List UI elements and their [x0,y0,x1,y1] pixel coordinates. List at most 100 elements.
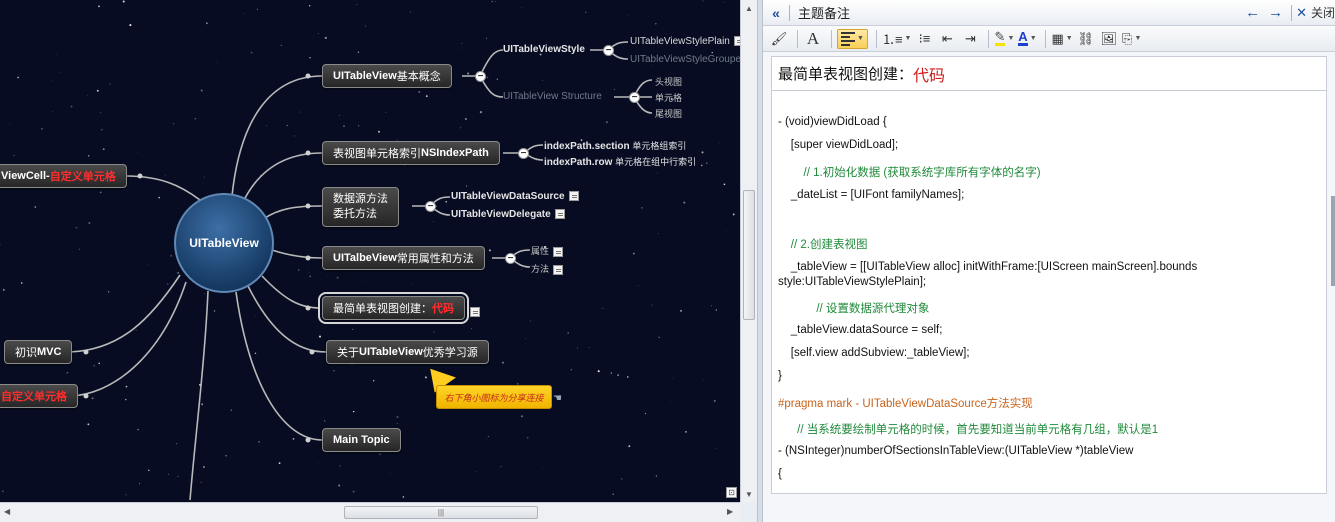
note-line: // 当系统要绘制单元格的时候，首先要知道当前单元格有几组，默认是1 [778,424,1159,436]
leaf-structure[interactable]: UITableView Structure [503,91,602,102]
topic-simple-create[interactable]: 最简单表视图创建： 代码 [318,292,469,324]
leaf-delegate[interactable]: UITableViewDelegate [451,209,565,220]
scroll-thumb[interactable] [1331,196,1335,286]
collapse-panel-icon[interactable]: « [763,5,789,21]
topic-learn-resources[interactable]: 关于 UITableView 优秀学习源 [326,340,489,364]
leaf-desc: 单元格组索引 [632,141,687,151]
note-line: - (NSInteger)numberOfSectionsInTableView… [778,445,1134,457]
divider [1045,29,1047,48]
topic-basic-concept[interactable]: UITableView 基本概念 [322,64,452,88]
divider [797,29,798,48]
leaf-style-plain[interactable]: UITableViewStylePlain [630,36,740,47]
insert-button[interactable]: ⎘ ▼ [1122,29,1142,49]
close-button-label[interactable]: 关闭 [1311,4,1335,21]
chevron-down-icon: ▼ [1134,35,1142,42]
table-button[interactable]: ▦ ▼ [1051,29,1072,49]
topic-label: 表视图单元格索引 [333,148,421,160]
topic-label-bold: MVC [37,346,62,358]
topic-label-red: 自定义单元格 [1,391,67,403]
font-color-button[interactable]: A ▼ [1017,29,1037,49]
highlighter-icon: ✎ [994,29,1006,46]
leaf-style[interactable]: UITableViewStyle [503,44,585,55]
leaf-footer-view[interactable]: 尾视图 [655,107,682,120]
topic-label-bold: NSIndexPath [421,147,489,159]
next-note-icon[interactable]: → [1268,4,1283,21]
note-line: [self.view addSubview:_tableView]; [778,347,970,359]
leaf-label: UITableViewDataSource [451,191,565,202]
topic-label: 最简单表视图创建： [333,303,432,315]
scroll-right-icon[interactable]: ▶ [727,507,733,516]
table-icon: ▦ [1051,30,1064,46]
note-line: // 2.创建表视图 [778,239,868,251]
chevron-down-icon: ▼ [1007,35,1015,42]
scroll-thumb[interactable] [743,190,755,320]
note-icon[interactable] [553,246,564,257]
collapse-toggle[interactable]: − [603,45,614,56]
insert-icon: ⎘ [1122,30,1133,46]
collapse-toggle[interactable]: − [475,71,486,82]
image-icon[interactable]: 🖼 [1099,29,1119,49]
central-topic[interactable]: UITableView [174,193,274,293]
collapse-toggle[interactable]: − [629,92,640,103]
scroll-up-icon[interactable]: ▲ [745,4,753,13]
topic-index-path[interactable]: 表视图单元格索引 NSIndexPath [322,141,500,165]
link-icon[interactable]: ⛓ [1076,29,1096,49]
note-scrollbar[interactable] [1329,56,1335,494]
leaf-methods[interactable]: 方法 [531,262,564,275]
align-left-icon [841,31,855,46]
divider [789,4,790,21]
topic-left-red[interactable]: 自定义单元格 [0,384,78,408]
collapse-toggle[interactable]: − [425,201,436,212]
topic-datasource-delegate[interactable]: 数据源方法 委托方法 [322,187,399,227]
note-line: // 设置数据源代理对象 [778,303,930,315]
mindmap-canvas[interactable]: UITableView UITableView 基本概念 − 表视图单元格索引 N… [0,0,740,502]
callout-label[interactable]: 右下角小图标为分享连接 [436,385,552,409]
note-line: _tableView.dataSource = self; [778,324,943,336]
numbered-list-button[interactable]: ⒈≡ ▼ [882,29,912,49]
topic-cell[interactable]: ViewCell- 自定义单元格 [0,164,127,188]
leaf-row[interactable]: indexPath.row 单元格在组中行索引 [544,155,696,168]
note-icon[interactable] [470,307,480,317]
close-icon[interactable]: ✕ [1296,5,1307,21]
align-left-button[interactable]: ▼ [837,28,868,49]
note-heading[interactable]: 最简单表视图创建： 代码 [771,56,1327,90]
note-icon[interactable] [554,209,565,220]
leaf-datasource[interactable]: UITableViewDataSource [451,191,579,202]
canvas-vertical-scrollbar[interactable]: ▲ ▼ [740,0,757,502]
notes-header: « 主题备注 ← → ✕ 关闭 [763,0,1335,26]
leaf-attrs[interactable]: 属性 [531,244,564,257]
collapse-toggle[interactable]: − [505,253,516,264]
leaf-header-view[interactable]: 头视图 [655,75,682,88]
indent-icon[interactable]: ⇥ [960,29,980,49]
topic-mvc[interactable]: 初识 MVC [4,340,73,364]
outdent-icon[interactable]: ⇤ [937,29,957,49]
topic-main[interactable]: Main Topic [322,428,401,452]
note-icon[interactable] [568,191,579,202]
canvas-horizontal-scrollbar[interactable]: ◀ ||| ▶ [0,502,740,522]
note-editor[interactable]: - (void)viewDidLoad { [super viewDidLoad… [771,90,1327,494]
note-line: _dateList = [UIFont familyNames]; [778,189,965,201]
fit-view-icon[interactable]: ⊡ [726,487,737,498]
topic-label-line2: 委托方法 [333,208,377,220]
topic-common-attrs[interactable]: UITalbeView 常用属性和方法 [322,246,485,270]
note-line: } [778,370,782,382]
note-icon[interactable] [553,264,564,275]
topic-label: 优秀学习源 [422,347,478,359]
notes-panel: « 主题备注 ← → ✕ 关闭 🖌 A ▼ ⒈≡ ▼ ⁝≡ ⇤ ⇥ ✎ ▼ A ▼ [763,0,1335,522]
highlight-color-button[interactable]: ✎ ▼ [994,29,1014,49]
scroll-left-icon[interactable]: ◀ [4,507,10,516]
note-line: { [778,468,782,480]
bullet-list-icon[interactable]: ⁝≡ [914,29,934,49]
previous-note-icon[interactable]: ← [1245,4,1260,21]
chevron-down-icon: ▼ [857,35,864,42]
divider [988,29,990,48]
scroll-thumb[interactable]: ||| [344,506,538,519]
format-painter-icon[interactable]: 🖌 [769,29,789,49]
scroll-down-icon[interactable]: ▼ [745,490,753,499]
leaf-style-grouped[interactable]: UITableViewStyleGrouped [630,54,740,65]
leaf-cell-view[interactable]: 单元格 [655,91,682,104]
leaf-section[interactable]: indexPath.section 单元格组索引 [544,139,686,152]
font-icon[interactable]: A [803,29,823,49]
collapse-toggle[interactable]: − [518,148,529,159]
topic-label: 常用属性和方法 [396,253,474,265]
